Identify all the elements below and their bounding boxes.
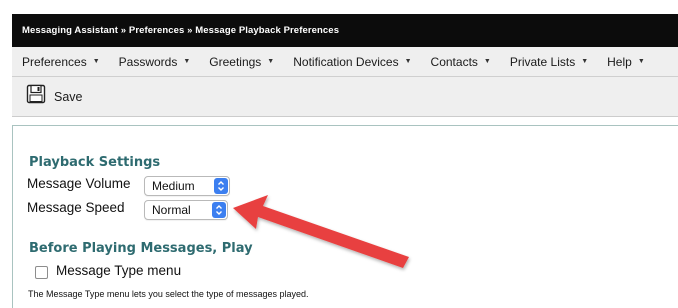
menu-passwords[interactable]: Passwords ▼ bbox=[109, 55, 200, 69]
message-speed-label: Message Speed bbox=[27, 200, 125, 215]
message-volume-label: Message Volume bbox=[27, 176, 131, 191]
message-speed-select[interactable]: Normal bbox=[144, 200, 228, 220]
message-type-checkbox[interactable] bbox=[35, 266, 48, 279]
caret-down-icon: ▼ bbox=[183, 58, 191, 65]
section-title-before-playing: Before Playing Messages, Play bbox=[29, 241, 253, 256]
message-type-help-text: The Message Type menu lets you select th… bbox=[28, 289, 309, 299]
menu-greetings[interactable]: Greetings ▼ bbox=[199, 55, 283, 69]
section-title-playback: Playback Settings bbox=[29, 155, 161, 170]
message-volume-select[interactable]: Medium bbox=[144, 176, 230, 196]
menu-label: Preferences bbox=[22, 54, 87, 69]
content-panel: Playback Settings Message Volume Medium … bbox=[12, 125, 678, 308]
menu-notification-devices[interactable]: Notification Devices ▼ bbox=[283, 55, 420, 69]
breadcrumb: Messaging Assistant » Preferences » Mess… bbox=[12, 14, 678, 47]
chevron-updown-icon bbox=[214, 178, 228, 194]
message-type-label: Message Type menu bbox=[56, 263, 182, 278]
menu-label: Greetings bbox=[209, 54, 262, 69]
message-speed-value: Normal bbox=[152, 203, 191, 217]
caret-down-icon: ▼ bbox=[581, 58, 589, 65]
menu-help[interactable]: Help ▼ bbox=[597, 55, 654, 69]
menu-label: Private Lists bbox=[509, 54, 576, 69]
top-margin bbox=[0, 0, 678, 14]
menu-private-lists[interactable]: Private Lists ▼ bbox=[500, 55, 597, 69]
chevron-updown-icon bbox=[212, 202, 226, 218]
menu-label: Passwords bbox=[118, 54, 178, 69]
menu-label: Help bbox=[607, 54, 632, 69]
caret-down-icon: ▼ bbox=[483, 58, 491, 65]
menu-label: Contacts bbox=[430, 54, 478, 69]
toolbar: Save bbox=[12, 77, 678, 117]
caret-down-icon: ▼ bbox=[92, 58, 100, 65]
caret-down-icon: ▼ bbox=[267, 58, 275, 65]
menu-preferences[interactable]: Preferences ▼ bbox=[12, 55, 109, 69]
breadcrumb-text: Messaging Assistant » Preferences » Mess… bbox=[22, 25, 340, 36]
caret-down-icon: ▼ bbox=[404, 58, 412, 65]
save-label: Save bbox=[54, 89, 83, 104]
menu-label: Notification Devices bbox=[293, 54, 399, 69]
caret-down-icon: ▼ bbox=[637, 58, 645, 65]
menu-contacts[interactable]: Contacts ▼ bbox=[421, 55, 500, 69]
message-volume-value: Medium bbox=[152, 179, 195, 193]
save-button[interactable]: Save bbox=[26, 84, 83, 109]
floppy-disk-icon bbox=[26, 84, 46, 109]
menu-bar: Preferences ▼ Passwords ▼ Greetings ▼ No… bbox=[12, 47, 678, 77]
